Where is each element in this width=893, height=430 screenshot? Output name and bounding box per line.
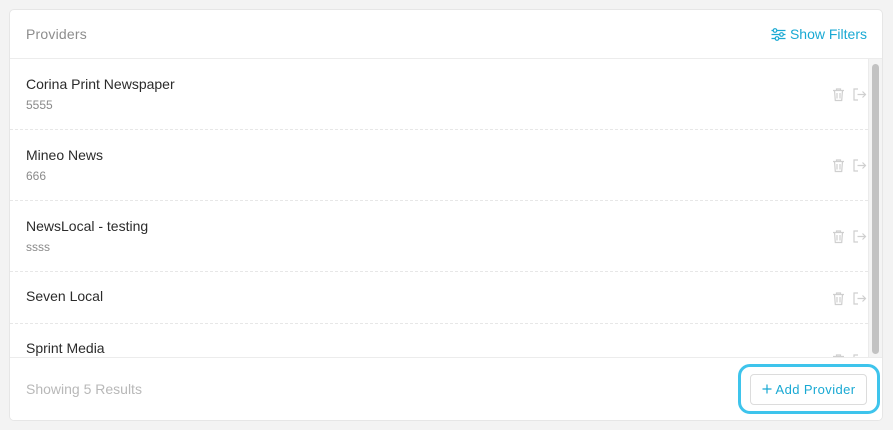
- sign-out-icon[interactable]: [852, 291, 867, 306]
- list-item[interactable]: Mineo News 666: [10, 130, 868, 201]
- show-filters-button[interactable]: Show Filters: [771, 26, 867, 42]
- add-provider-button[interactable]: Add Provider: [750, 374, 867, 405]
- add-provider-highlight: Add Provider: [738, 364, 880, 414]
- sign-out-icon[interactable]: [852, 87, 867, 102]
- list-scrollbar[interactable]: [868, 59, 882, 359]
- sign-out-icon[interactable]: [852, 229, 867, 244]
- show-filters-label: Show Filters: [789, 26, 867, 42]
- sliders-icon: [771, 27, 786, 41]
- sign-out-icon[interactable]: [852, 158, 867, 173]
- add-provider-label: Add Provider: [775, 382, 856, 397]
- provider-name: Mineo News: [26, 147, 104, 163]
- panel-footer: Showing 5 Results Add Provider: [10, 357, 882, 420]
- trash-icon[interactable]: [831, 87, 846, 102]
- provider-name: Corina Print Newspaper: [26, 76, 175, 92]
- list-item[interactable]: NewsLocal - testing ssss: [10, 201, 868, 272]
- provider-name: Seven Local: [26, 288, 104, 304]
- plus-icon: [762, 382, 772, 397]
- provider-code: ssss: [26, 240, 50, 254]
- list-item[interactable]: Seven Local: [10, 272, 868, 324]
- list-item[interactable]: Corina Print Newspaper 5555: [10, 59, 868, 130]
- provider-code: 666: [26, 169, 47, 183]
- panel-header: Providers Show Filters: [10, 10, 882, 59]
- trash-icon[interactable]: [831, 158, 846, 173]
- provider-list: Corina Print Newspaper 5555 Mineo News 6…: [10, 59, 882, 359]
- trash-icon[interactable]: [831, 229, 846, 244]
- providers-panel: Providers Show Filters Corina Print News…: [9, 9, 883, 421]
- provider-name: Sprint Media: [26, 340, 105, 356]
- trash-icon[interactable]: [831, 291, 846, 306]
- provider-name: NewsLocal - testing: [26, 218, 149, 234]
- scrollbar-thumb[interactable]: [872, 64, 879, 354]
- panel-title: Providers: [26, 26, 87, 42]
- provider-code: 5555: [26, 98, 53, 112]
- list-item[interactable]: Sprint Media: [10, 324, 868, 359]
- results-count: Showing 5 Results: [26, 381, 142, 397]
